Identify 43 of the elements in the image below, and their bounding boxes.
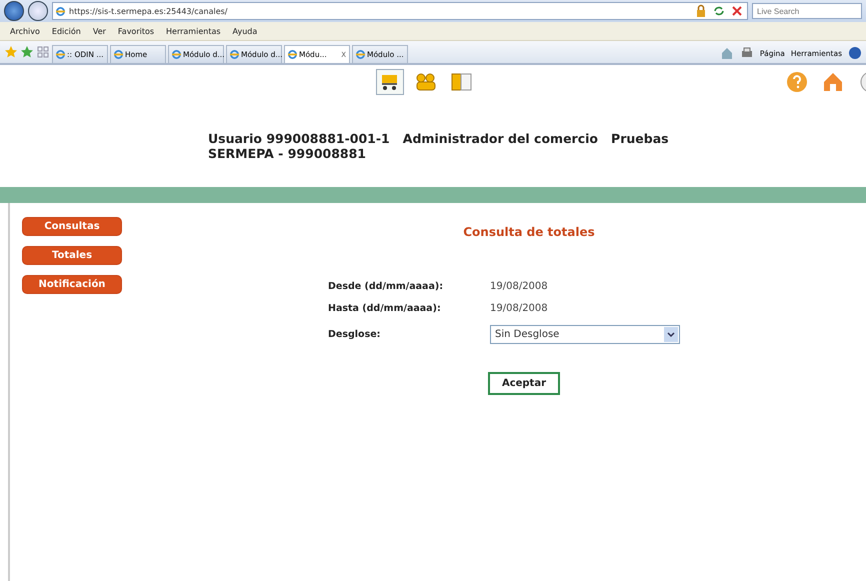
close-icon[interactable] [730, 4, 744, 18]
browser-page-icon [230, 50, 239, 59]
page-title: Consulta de totales [463, 225, 595, 239]
menu-item[interactable]: Edición [52, 26, 81, 36]
field-label: Desde (dd/mm/aaaa): [328, 281, 444, 292]
sidebar-button[interactable]: Consultas [22, 217, 122, 236]
menu-item[interactable]: Ayuda [232, 26, 258, 36]
add-favorite-icon[interactable] [20, 45, 34, 59]
home-icon[interactable] [822, 71, 844, 93]
address-bar[interactable]: https://sis-t.sermepa.es:25443/canales/ [52, 2, 748, 20]
menu-item[interactable]: Herramientas [166, 26, 221, 36]
app-tab[interactable] [376, 69, 404, 95]
menu-item[interactable]: Ver [92, 26, 106, 36]
browser-page-icon [288, 50, 297, 59]
printer-icon[interactable] [740, 46, 754, 60]
field-label: Desglose: [328, 329, 382, 340]
browser-page-icon [172, 50, 181, 59]
book-icon [451, 72, 473, 92]
menu-item[interactable]: Archivo [10, 26, 40, 36]
breakdown-dropdown[interactable]: Sin Desglose [490, 325, 680, 344]
field-value: 19/08/2008 [490, 303, 549, 314]
favorites-star-icon[interactable] [4, 45, 18, 59]
user-info: Usuario 999008881-001-1 Administrador del comercio Pruebas SERMEPA - 999008881 [208, 131, 670, 161]
refresh-icon[interactable] [712, 4, 726, 18]
back-button[interactable] [4, 1, 24, 21]
browser-page-icon [114, 50, 123, 59]
people-icon [415, 72, 437, 92]
search-field[interactable]: Live Search [752, 3, 862, 19]
field-value: 19/08/2008 [490, 281, 549, 292]
cart-icon [380, 72, 400, 92]
accept-button[interactable]: Aceptar [488, 372, 560, 395]
browser-page-icon [356, 50, 365, 59]
home-icon[interactable] [720, 46, 734, 60]
sidebar-button[interactable]: Totales [22, 246, 122, 265]
field-label: Hasta (dd/mm/aaaa): [328, 303, 442, 314]
sidebar-button[interactable]: Notificación [22, 275, 122, 294]
browser-page-icon [56, 50, 65, 59]
forward-button[interactable] [28, 1, 48, 21]
menu-item[interactable]: Favoritos [118, 26, 154, 36]
lock-icon [694, 4, 708, 18]
browser-page-icon [56, 6, 65, 16]
chevron-down-icon[interactable] [664, 327, 678, 342]
tab-grid-icon[interactable] [36, 45, 50, 59]
